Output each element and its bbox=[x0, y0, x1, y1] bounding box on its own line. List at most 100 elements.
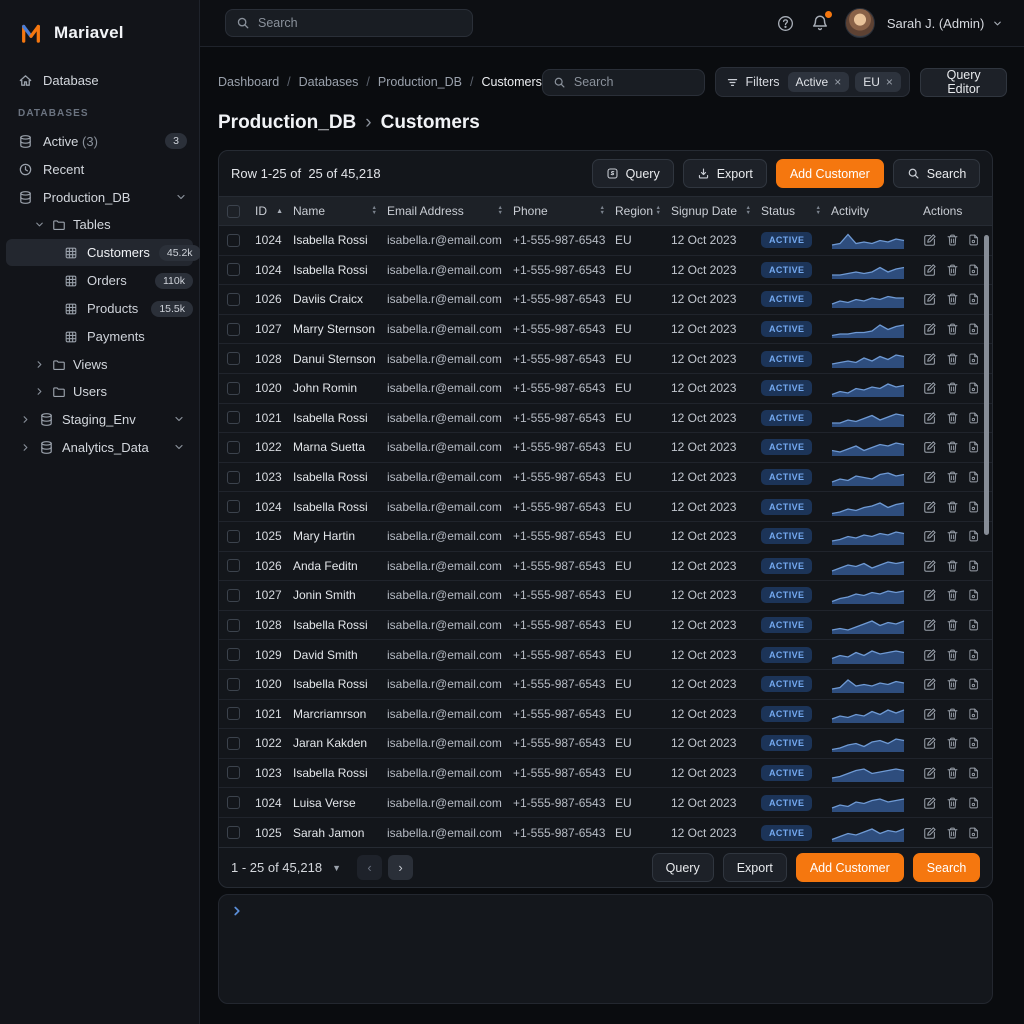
details-button[interactable] bbox=[968, 826, 980, 840]
edit-button[interactable] bbox=[923, 440, 937, 454]
delete-button[interactable] bbox=[946, 411, 959, 425]
edit-button[interactable] bbox=[923, 233, 937, 247]
table-quick-search[interactable] bbox=[542, 69, 705, 96]
footer-add-customer-button[interactable]: Add Customer bbox=[796, 853, 904, 882]
query-button[interactable]: Query bbox=[592, 159, 674, 188]
delete-button[interactable] bbox=[946, 588, 959, 602]
delete-button[interactable] bbox=[946, 796, 959, 810]
row-checkbox[interactable] bbox=[227, 707, 240, 720]
edit-button[interactable] bbox=[923, 292, 937, 306]
details-button[interactable] bbox=[968, 381, 980, 395]
delete-button[interactable] bbox=[946, 352, 959, 366]
chevron-down-icon[interactable] bbox=[175, 191, 187, 203]
delete-button[interactable] bbox=[946, 826, 959, 840]
details-button[interactable] bbox=[968, 707, 980, 721]
sidebar-table-item-orders[interactable]: Orders110k bbox=[6, 267, 193, 294]
edit-button[interactable] bbox=[923, 263, 937, 277]
details-button[interactable] bbox=[968, 500, 980, 514]
breadcrumb-item[interactable]: Dashboard bbox=[218, 75, 279, 89]
delete-button[interactable] bbox=[946, 766, 959, 780]
column-header-status[interactable]: Status▲▼ bbox=[761, 197, 831, 225]
edit-button[interactable] bbox=[923, 588, 937, 602]
delete-button[interactable] bbox=[946, 736, 959, 750]
tree-node-users[interactable]: Users bbox=[0, 378, 199, 405]
row-checkbox[interactable] bbox=[227, 382, 240, 395]
column-header-email-address[interactable]: Email Address▲▼ bbox=[387, 197, 513, 225]
column-header-actions[interactable]: Actions bbox=[923, 197, 984, 225]
row-checkbox[interactable] bbox=[227, 796, 240, 809]
edit-button[interactable] bbox=[923, 322, 937, 336]
delete-button[interactable] bbox=[946, 559, 959, 573]
sidebar-db-staging_env[interactable]: Staging_Env bbox=[0, 405, 199, 433]
column-header-name[interactable]: Name▲▼ bbox=[293, 197, 387, 225]
delete-button[interactable] bbox=[946, 440, 959, 454]
edit-button[interactable] bbox=[923, 766, 937, 780]
tree-node-views[interactable]: Views bbox=[0, 351, 199, 378]
remove-filter-icon[interactable]: × bbox=[834, 75, 841, 89]
edit-button[interactable] bbox=[923, 677, 937, 691]
user-avatar[interactable] bbox=[845, 8, 875, 38]
filters-label[interactable]: Filters bbox=[726, 75, 780, 89]
sidebar-table-item-payments[interactable]: Payments bbox=[6, 323, 193, 350]
sort-icon[interactable]: ▲▼ bbox=[600, 206, 605, 216]
row-checkbox[interactable] bbox=[227, 648, 240, 661]
delete-button[interactable] bbox=[946, 470, 959, 484]
pagination-range[interactable]: 1 - 25 of 45,218 ▼ bbox=[231, 860, 341, 875]
expand-console-chevron-icon[interactable] bbox=[230, 904, 244, 918]
breadcrumb-item[interactable]: Customers bbox=[481, 75, 541, 89]
edit-button[interactable] bbox=[923, 559, 937, 573]
column-header-id[interactable]: ID▲ bbox=[255, 197, 293, 225]
tree-node-tables[interactable]: Tables bbox=[0, 211, 199, 238]
delete-button[interactable] bbox=[946, 618, 959, 632]
delete-button[interactable] bbox=[946, 529, 959, 543]
row-checkbox[interactable] bbox=[227, 559, 240, 572]
delete-button[interactable] bbox=[946, 500, 959, 514]
sort-icon[interactable]: ▲▼ bbox=[816, 206, 821, 216]
export-button[interactable]: Export bbox=[683, 159, 767, 188]
details-button[interactable] bbox=[968, 440, 980, 454]
sort-icon[interactable]: ▲▼ bbox=[656, 206, 661, 216]
chevron-down-icon[interactable] bbox=[173, 441, 185, 453]
edit-button[interactable] bbox=[923, 707, 937, 721]
search-input[interactable] bbox=[258, 16, 462, 30]
details-button[interactable] bbox=[968, 322, 980, 336]
details-button[interactable] bbox=[968, 470, 980, 484]
sort-icon[interactable]: ▲▼ bbox=[746, 206, 751, 216]
row-checkbox[interactable] bbox=[227, 323, 240, 336]
edit-button[interactable] bbox=[923, 529, 937, 543]
search-input[interactable] bbox=[574, 75, 694, 89]
row-checkbox[interactable] bbox=[227, 352, 240, 365]
row-checkbox[interactable] bbox=[227, 441, 240, 454]
sidebar-item-production-db[interactable]: Production_DB bbox=[0, 183, 199, 211]
next-page-button[interactable]: › bbox=[388, 855, 413, 880]
delete-button[interactable] bbox=[946, 677, 959, 691]
sidebar-item-active[interactable]: Active (3) 3 bbox=[0, 127, 199, 155]
footer-export-button[interactable]: Export bbox=[723, 853, 787, 882]
column-header-signup-date[interactable]: Signup Date▲▼ bbox=[671, 197, 761, 225]
details-button[interactable] bbox=[968, 352, 980, 366]
row-checkbox[interactable] bbox=[227, 530, 240, 543]
edit-button[interactable] bbox=[923, 470, 937, 484]
sidebar-db-analytics_data[interactable]: Analytics_Data bbox=[0, 433, 199, 461]
edit-button[interactable] bbox=[923, 648, 937, 662]
filter-chip-eu[interactable]: EU× bbox=[855, 72, 901, 92]
delete-button[interactable] bbox=[946, 707, 959, 721]
delete-button[interactable] bbox=[946, 381, 959, 395]
edit-button[interactable] bbox=[923, 736, 937, 750]
sidebar-item-recent[interactable]: Recent bbox=[0, 155, 199, 183]
sidebar-table-item-products[interactable]: Products15.5k bbox=[6, 295, 193, 322]
delete-button[interactable] bbox=[946, 233, 959, 247]
global-search[interactable] bbox=[225, 9, 473, 37]
row-checkbox[interactable] bbox=[227, 589, 240, 602]
row-checkbox[interactable] bbox=[227, 500, 240, 513]
help-icon[interactable] bbox=[776, 14, 795, 33]
row-checkbox[interactable] bbox=[227, 766, 240, 779]
sidebar-table-item-customers[interactable]: Customers45.2k bbox=[6, 239, 193, 266]
details-button[interactable] bbox=[968, 411, 980, 425]
row-checkbox[interactable] bbox=[227, 263, 240, 276]
row-checkbox[interactable] bbox=[227, 411, 240, 424]
details-button[interactable] bbox=[968, 292, 980, 306]
footer-query-button[interactable]: Query bbox=[652, 853, 714, 882]
sort-icon[interactable]: ▲▼ bbox=[498, 206, 503, 216]
footer-search-button[interactable]: Search bbox=[913, 853, 981, 882]
